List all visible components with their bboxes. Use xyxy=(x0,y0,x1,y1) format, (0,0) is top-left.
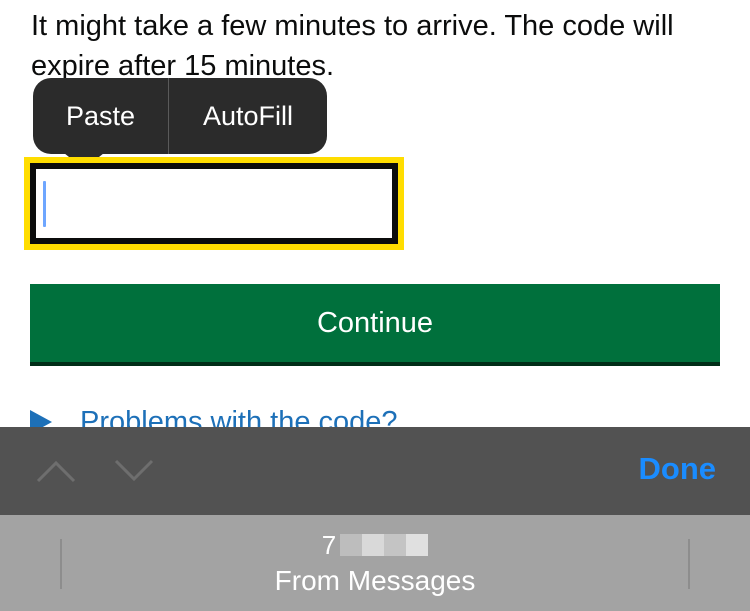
code-instructions: It might take a few minutes to arrive. T… xyxy=(31,10,674,82)
suggestion-divider-left xyxy=(60,539,62,589)
chevron-up-icon[interactable] xyxy=(36,455,76,485)
security-code-input[interactable] xyxy=(30,163,398,244)
keyboard-accessory-bar: Done xyxy=(0,427,750,515)
continue-button[interactable]: Continue xyxy=(30,284,720,362)
otp-code-redacted xyxy=(340,534,429,556)
suggestion-divider-right xyxy=(688,539,690,589)
code-input-focus-ring xyxy=(24,157,404,250)
edit-menu-callout: Paste AutoFill xyxy=(33,78,327,154)
otp-source-label: From Messages xyxy=(274,565,476,596)
quicktype-suggestion-bar: 7 From Messages xyxy=(0,515,750,611)
text-caret xyxy=(43,181,46,227)
chevron-down-icon[interactable] xyxy=(114,455,154,485)
otp-code-digit: 7 xyxy=(321,530,337,560)
done-button[interactable]: Done xyxy=(639,451,717,487)
paste-menu-item[interactable]: Paste xyxy=(33,78,168,154)
otp-suggestion[interactable]: 7 From Messages xyxy=(220,525,530,605)
autofill-menu-item[interactable]: AutoFill xyxy=(169,78,327,154)
otp-code: 7 xyxy=(220,525,530,565)
